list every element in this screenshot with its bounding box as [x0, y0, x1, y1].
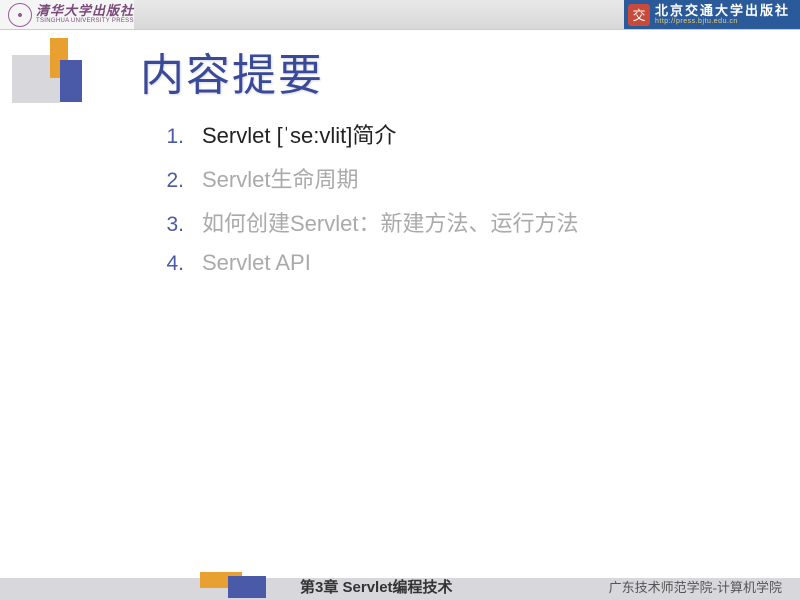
- outline-list: 1. Servlet [ˈse:vlit]简介 2. Servlet生命周期 3…: [150, 118, 800, 276]
- list-item: 2. Servlet生命周期: [150, 162, 800, 194]
- publisher-left-cn: 清华大学出版社: [36, 4, 134, 18]
- item-number: 3.: [150, 213, 184, 237]
- list-item: 1. Servlet [ˈse:vlit]简介: [150, 118, 800, 150]
- list-item: 4. Servlet API: [150, 250, 800, 276]
- item-text: Servlet API: [202, 250, 311, 276]
- publisher-logo-right: 交 北京交通大学出版社 http://press.bjtu.edu.cn: [624, 0, 800, 29]
- item-number: 4.: [150, 252, 184, 276]
- footer-blue-block: [228, 576, 266, 598]
- publisher-logo-left: 清华大学出版社 TSINGHUA UNIVERSITY PRESS: [0, 0, 134, 29]
- item-number: 2.: [150, 169, 184, 193]
- publisher-left-text: 清华大学出版社 TSINGHUA UNIVERSITY PRESS: [36, 4, 134, 25]
- title-row: 内容提要: [0, 30, 800, 112]
- item-text: Servlet生命周期: [202, 162, 358, 194]
- school-label: 广东技术师范学院-计算机学院: [609, 577, 782, 596]
- publisher-right-en: http://press.bjtu.edu.cn: [655, 18, 790, 26]
- slide-title: 内容提要: [140, 39, 324, 103]
- list-item: 3. 如何创建Servlet：新建方法、运行方法: [150, 206, 800, 238]
- item-text: 如何创建Servlet：新建方法、运行方法: [202, 206, 578, 238]
- publisher-left-en: TSINGHUA UNIVERSITY PRESS: [36, 18, 134, 25]
- deco-blue-block: [60, 60, 82, 102]
- header-bar: 清华大学出版社 TSINGHUA UNIVERSITY PRESS 交 北京交通…: [0, 0, 800, 30]
- item-number: 1.: [150, 125, 184, 149]
- footer-bar: 第3章 Servlet编程技术 广东技术师范学院-计算机学院: [0, 572, 800, 600]
- chapter-label: 第3章 Servlet编程技术: [300, 576, 453, 597]
- bjtu-emblem-icon: 交: [628, 4, 650, 26]
- item-text: Servlet [ˈse:vlit]简介: [202, 118, 396, 150]
- publisher-right-cn: 北京交通大学出版社: [655, 4, 790, 18]
- tsinghua-emblem-icon: [8, 3, 32, 27]
- publisher-right-text: 北京交通大学出版社 http://press.bjtu.edu.cn: [655, 4, 790, 26]
